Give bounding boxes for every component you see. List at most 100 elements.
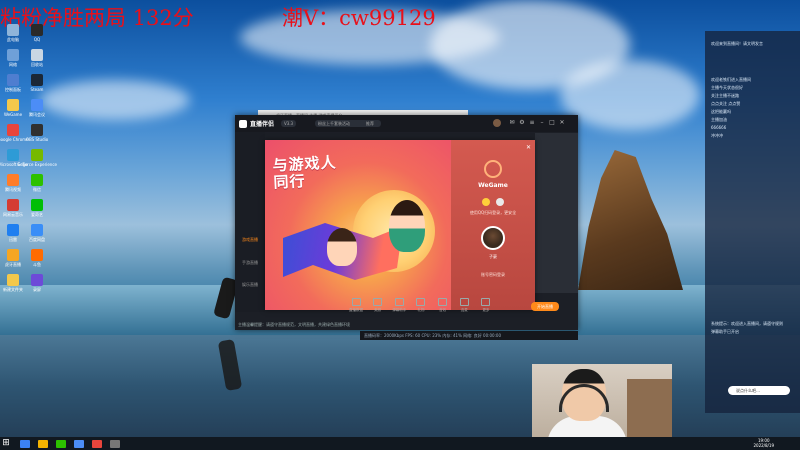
promo-banner[interactable]: 与游戏人 同行 [265, 140, 451, 310]
banner-character-girl [327, 228, 357, 266]
start-button-icon[interactable]: ⊞ [0, 437, 12, 450]
taskbar-app-icon[interactable] [110, 439, 120, 448]
toolbar-item-label: 音效 [439, 308, 447, 312]
desktop-app-icon [7, 74, 19, 86]
toolbar-item-label: 礼物 [417, 308, 425, 312]
banner-character-boy [389, 200, 425, 252]
chat-spacer [705, 139, 800, 319]
chat-message: 欢迎来到直播间！请文明发言 [711, 41, 763, 46]
taskbar-app-icon[interactable] [92, 439, 102, 448]
chat-message: 欢迎老铁们进入直播间 [711, 77, 751, 82]
desktop-icon[interactable]: 迅雷 [2, 224, 24, 244]
toolbar-item-label: 美颜 [374, 308, 382, 312]
desktop-icon[interactable]: 百度网盘 [26, 224, 48, 244]
live-notice: 主播温馨提醒：请遵守直播规范，文明直播，共建绿色直播环境 [238, 322, 350, 327]
toolbar-item[interactable]: 更多 [476, 298, 496, 316]
wegame-brand: WeGame [478, 182, 508, 189]
left-item-game[interactable]: 游戏直播 [240, 237, 260, 243]
toolbar-item-icon [459, 298, 469, 306]
toolbar-item[interactable]: 弹幕助手 [389, 298, 409, 316]
desktop-icon-label: Steam [30, 87, 44, 92]
desktop-icon-label: 微信 [33, 187, 41, 192]
mail-icon[interactable]: ✉ [509, 119, 515, 127]
desktop-icon-label: 新建文件夹 [3, 287, 23, 292]
close-icon[interactable]: ✕ [559, 119, 565, 127]
left-item-mobile[interactable]: 手游直播 [240, 260, 260, 266]
rock-formation [578, 150, 683, 290]
wegame-logo-icon [484, 160, 502, 178]
desktop-icon[interactable]: WeGame [2, 99, 24, 119]
desktop-icon[interactable]: 网络 [2, 49, 24, 69]
app-logo-icon [239, 119, 247, 128]
toolbar-item[interactable]: 直播数据 [346, 298, 366, 316]
webcam-shelf [627, 379, 672, 439]
recommend-pill[interactable]: 推荐 [363, 120, 377, 127]
desktop-icon[interactable]: 此电脑 [2, 24, 24, 44]
social-login-icons [482, 198, 504, 206]
account-avatar[interactable] [481, 226, 505, 250]
desktop-icon[interactable]: 新建文件夹 [2, 274, 24, 294]
toolbar-item[interactable]: 音效 [433, 298, 453, 316]
toolbar-item[interactable]: 连麦 [454, 298, 474, 316]
taskbar-app-icon[interactable] [20, 439, 30, 448]
desktop-app-icon [31, 49, 43, 61]
desktop-icon[interactable]: 网易云音乐 [2, 199, 24, 219]
gear-icon[interactable]: ⚙ [519, 119, 525, 127]
taskbar-clock[interactable]: 19:00 2022/8/19 [753, 438, 774, 448]
desktop-icon-label: QQ [33, 37, 41, 42]
desktop-icon[interactable]: 爱奇艺 [26, 199, 48, 219]
app-name: 直播伴侣 [250, 121, 275, 128]
password-login-link[interactable]: 账号密码登录 [451, 272, 535, 278]
start-live-button[interactable]: 开始直播 [531, 302, 559, 311]
popup-close-icon[interactable]: ✕ [526, 144, 531, 151]
desktop-icon[interactable]: 腾讯会议 [26, 99, 48, 119]
desktop-icon[interactable]: GeForce Experience [17, 149, 57, 169]
chat-system-message: 系统提示：欢迎进入直播间，请遵守规则 [711, 321, 783, 326]
login-hint: 使用QQ扫码登录，更安全 [469, 210, 517, 215]
toolbar-item-label: 弹幕助手 [392, 308, 407, 312]
desktop-app-icon [7, 249, 19, 261]
toolbar-item[interactable]: 美颜 [368, 298, 388, 316]
desktop-app-icon [31, 274, 43, 286]
desktop-icon[interactable]: 录屏 [26, 274, 48, 294]
desktop-app-icon [7, 49, 19, 61]
maximize-icon[interactable]: □ [549, 119, 555, 127]
desktop-icon[interactable]: 腾讯视频 [2, 174, 24, 194]
desktop-icon-label: 此电脑 [7, 37, 19, 42]
chat-message: 666666 [711, 125, 727, 130]
minimize-icon[interactable]: – [539, 119, 545, 127]
desktop-icon-label: 网易云音乐 [3, 212, 23, 217]
chat-input[interactable]: 说点什么吧… [728, 386, 790, 395]
desktop-icon[interactable]: QQ [26, 24, 48, 44]
desktop-icon[interactable]: Steam [26, 74, 48, 94]
desktop-app-icon [7, 124, 19, 136]
chat-message: 关注主播不迷路 [711, 93, 739, 98]
toolbar-item-icon [416, 298, 426, 306]
desktop-icon[interactable]: 虎牙直播 [2, 249, 24, 269]
taskbar-app-icon[interactable] [38, 439, 48, 448]
toolbar-item[interactable]: 礼物 [411, 298, 431, 316]
desktop-icon-label: 网络 [9, 62, 17, 67]
menu-icon[interactable]: ≡ [529, 119, 535, 127]
desktop-icon[interactable]: 控制面板 [2, 74, 24, 94]
taskbar-app-icon[interactable] [74, 439, 84, 448]
desktop-app-icon [7, 99, 19, 111]
taskbar-app-icon[interactable] [56, 439, 66, 448]
desktop-icon-label: 录屏 [33, 287, 41, 292]
left-item-entertain[interactable]: 娱乐直播 [240, 282, 260, 288]
wechat-icon[interactable] [496, 198, 504, 206]
desktop-icon[interactable]: OBS Studio [26, 124, 48, 144]
desktop-icon-label: 爱奇艺 [31, 212, 43, 217]
desktop-icon[interactable]: 回收站 [26, 49, 48, 69]
chat-system-message: 弹幕助手已开启 [711, 329, 739, 334]
chat-message: 这把能赢吗 [711, 109, 731, 114]
desktop-icon[interactable]: 斗鱼 [26, 249, 48, 269]
desktop-icon[interactable]: Google Chrome [0, 124, 29, 144]
desktop-icon[interactable]: 微信 [26, 174, 48, 194]
app-titlebar: 直播伴侣 V3.3 粉丝上千套装活动 推荐 ✉ ⚙ ≡ – □ ✕ [235, 115, 578, 132]
user-avatar[interactable] [493, 119, 501, 127]
desktop-app-icon [7, 224, 19, 236]
qq-icon[interactable] [482, 198, 490, 206]
desktop-icon-label: 腾讯视频 [5, 187, 21, 192]
app-left-strip: 游戏直播 手游直播 娱乐直播 [235, 132, 265, 312]
